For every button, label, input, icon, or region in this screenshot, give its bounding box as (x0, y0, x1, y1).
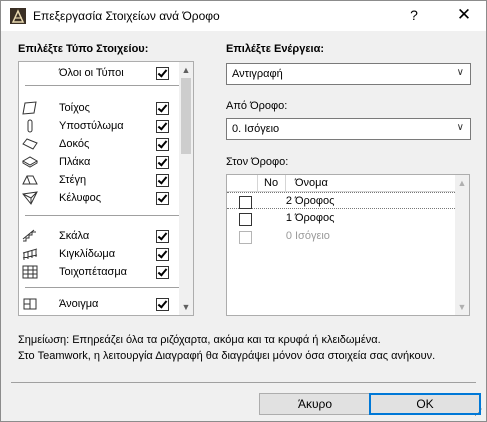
teamwork-note-text: Στο Teamwork, η λειτουργία Διαγραφή θα δ… (18, 350, 436, 362)
column-header-no[interactable]: No (264, 177, 278, 189)
story-number: 1 (285, 212, 292, 224)
story-number: 2 (285, 195, 292, 207)
slab-icon (22, 156, 38, 168)
type-row-wall[interactable]: Τοίχος (19, 99, 179, 117)
type-row-all[interactable]: Όλοι οι Τύποι (19, 64, 179, 82)
type-label: Άνοιγμα (59, 298, 99, 310)
checkbox-wall[interactable] (156, 102, 169, 115)
checkbox-opening[interactable] (156, 298, 169, 311)
type-row-slab[interactable]: Πλάκα (19, 153, 179, 171)
type-label: Κέλυφος (59, 192, 102, 204)
checkbox-roof[interactable] (156, 174, 169, 187)
checkbox-railing[interactable] (156, 248, 169, 261)
type-row-stair[interactable]: Σκάλα (19, 227, 179, 245)
from-story-select[interactable]: 0. Ισόγειο ∨ (226, 118, 471, 140)
type-row-shell[interactable]: Κέλυφος (19, 189, 179, 207)
type-row-railing[interactable]: Κιγκλίδωμα (19, 245, 179, 263)
checkbox-slab[interactable] (156, 156, 169, 169)
chevron-down-icon: ∨ (456, 122, 464, 133)
ok-button[interactable]: OK (369, 393, 481, 415)
checkbox-curtain-wall[interactable] (156, 266, 169, 279)
table-row: 0 Ισόγειο (227, 228, 455, 245)
story-name: Όροφος (295, 212, 335, 224)
story-name: Ισόγειο (295, 230, 330, 242)
table-header: No Όνομα (227, 175, 455, 192)
element-type-list[interactable]: Όλοι οι Τύποι Τοίχος Υποστύλωμα Δοκός Πλ… (18, 61, 194, 316)
checkbox-stair[interactable] (156, 230, 169, 243)
divider (25, 287, 180, 288)
target-story-table[interactable]: No Όνομα 2 Όροφος 1 Όροφος 0 Ισόγειο ▲ ▼ (226, 174, 470, 316)
story-number: 0 (285, 230, 292, 242)
column-divider (285, 175, 286, 191)
divider (25, 215, 180, 216)
column-icon (27, 119, 33, 133)
type-row-beam[interactable]: Δοκός (19, 135, 179, 153)
edit-elements-by-story-dialog: Επεξεργασία Στοιχείων ανά Όροφο ? ✕ Επιλ… (0, 0, 487, 422)
column-header-name[interactable]: Όνομα (295, 177, 328, 189)
column-divider (257, 175, 258, 191)
type-label: Σκάλα (59, 230, 90, 242)
story-checkbox (239, 231, 252, 244)
curtain-wall-icon (22, 265, 38, 279)
from-story-select-value: 0. Ισόγειο (232, 123, 280, 135)
beam-icon (22, 138, 38, 150)
scroll-down-arrow-icon[interactable]: ▼ (179, 300, 193, 314)
type-label: Κιγκλίδωμα (59, 248, 116, 260)
roof-icon (22, 175, 38, 185)
story-checkbox[interactable] (239, 213, 252, 226)
help-button[interactable]: ? (404, 7, 424, 23)
type-row-column[interactable]: Υποστύλωμα (19, 117, 179, 135)
to-story-heading: Στον Όροφο: (226, 156, 289, 168)
scrollbar-thumb[interactable] (181, 78, 191, 154)
type-label: Δοκός (59, 138, 90, 150)
story-name: Όροφος (295, 195, 335, 207)
window-title: Επεξεργασία Στοιχείων ανά Όροφο (33, 9, 220, 23)
action-heading: Επιλέξτε Ενέργεια: (226, 43, 325, 55)
type-list-scrollbar[interactable]: ▲ ▼ (179, 62, 193, 315)
checkbox-shell[interactable] (156, 192, 169, 205)
table-scrollbar[interactable]: ▲ ▼ (455, 175, 469, 315)
close-button[interactable]: ✕ (453, 5, 475, 25)
element-type-heading: Επιλέξτε Τύπο Στοιχείου: (18, 43, 149, 55)
type-label: Στέγη (59, 174, 87, 186)
story-checkbox[interactable] (239, 196, 252, 209)
shell-icon (22, 191, 38, 205)
type-row-roof[interactable]: Στέγη (19, 171, 179, 189)
type-label: Τοίχος (59, 102, 90, 114)
divider (11, 382, 476, 383)
checkbox-column[interactable] (156, 120, 169, 133)
scroll-up-arrow-icon[interactable]: ▲ (455, 176, 469, 190)
wall-icon (22, 101, 37, 115)
divider (25, 85, 180, 86)
archicad-app-icon (10, 8, 26, 24)
table-row[interactable]: 2 Όροφος (227, 192, 455, 209)
title-bar: Επεξεργασία Στοιχείων ανά Όροφο ? ✕ (1, 1, 486, 31)
scroll-down-arrow-icon[interactable]: ▼ (455, 300, 469, 314)
resize-grip-icon[interactable]: ⋰ (474, 407, 483, 418)
table-row[interactable]: 1 Όροφος (227, 210, 455, 227)
note-text: Σημείωση: Επηρεάζει όλα τα ριζόχαρτα, ακ… (18, 334, 381, 346)
action-select-value: Αντιγραφή (232, 68, 283, 80)
type-label: Πλάκα (59, 156, 91, 168)
chevron-down-icon: ∨ (456, 67, 464, 78)
checkbox-all-types[interactable] (156, 67, 169, 80)
type-label: Τοιχοπέτασμα (59, 266, 128, 278)
cancel-button[interactable]: Άκυρο (259, 393, 371, 415)
type-row-curtain-wall[interactable]: Τοιχοπέτασμα (19, 263, 179, 281)
action-select[interactable]: Αντιγραφή ∨ (226, 63, 471, 85)
stair-icon (22, 229, 36, 242)
type-label-all: Όλοι οι Τύποι (59, 67, 124, 79)
opening-icon (23, 298, 37, 310)
type-row-opening[interactable]: Άνοιγμα (19, 295, 179, 313)
from-story-heading: Από Όροφο: (226, 100, 288, 112)
scroll-up-arrow-icon[interactable]: ▲ (179, 63, 193, 77)
railing-icon (22, 248, 38, 260)
checkbox-beam[interactable] (156, 138, 169, 151)
type-label: Υποστύλωμα (59, 120, 124, 132)
